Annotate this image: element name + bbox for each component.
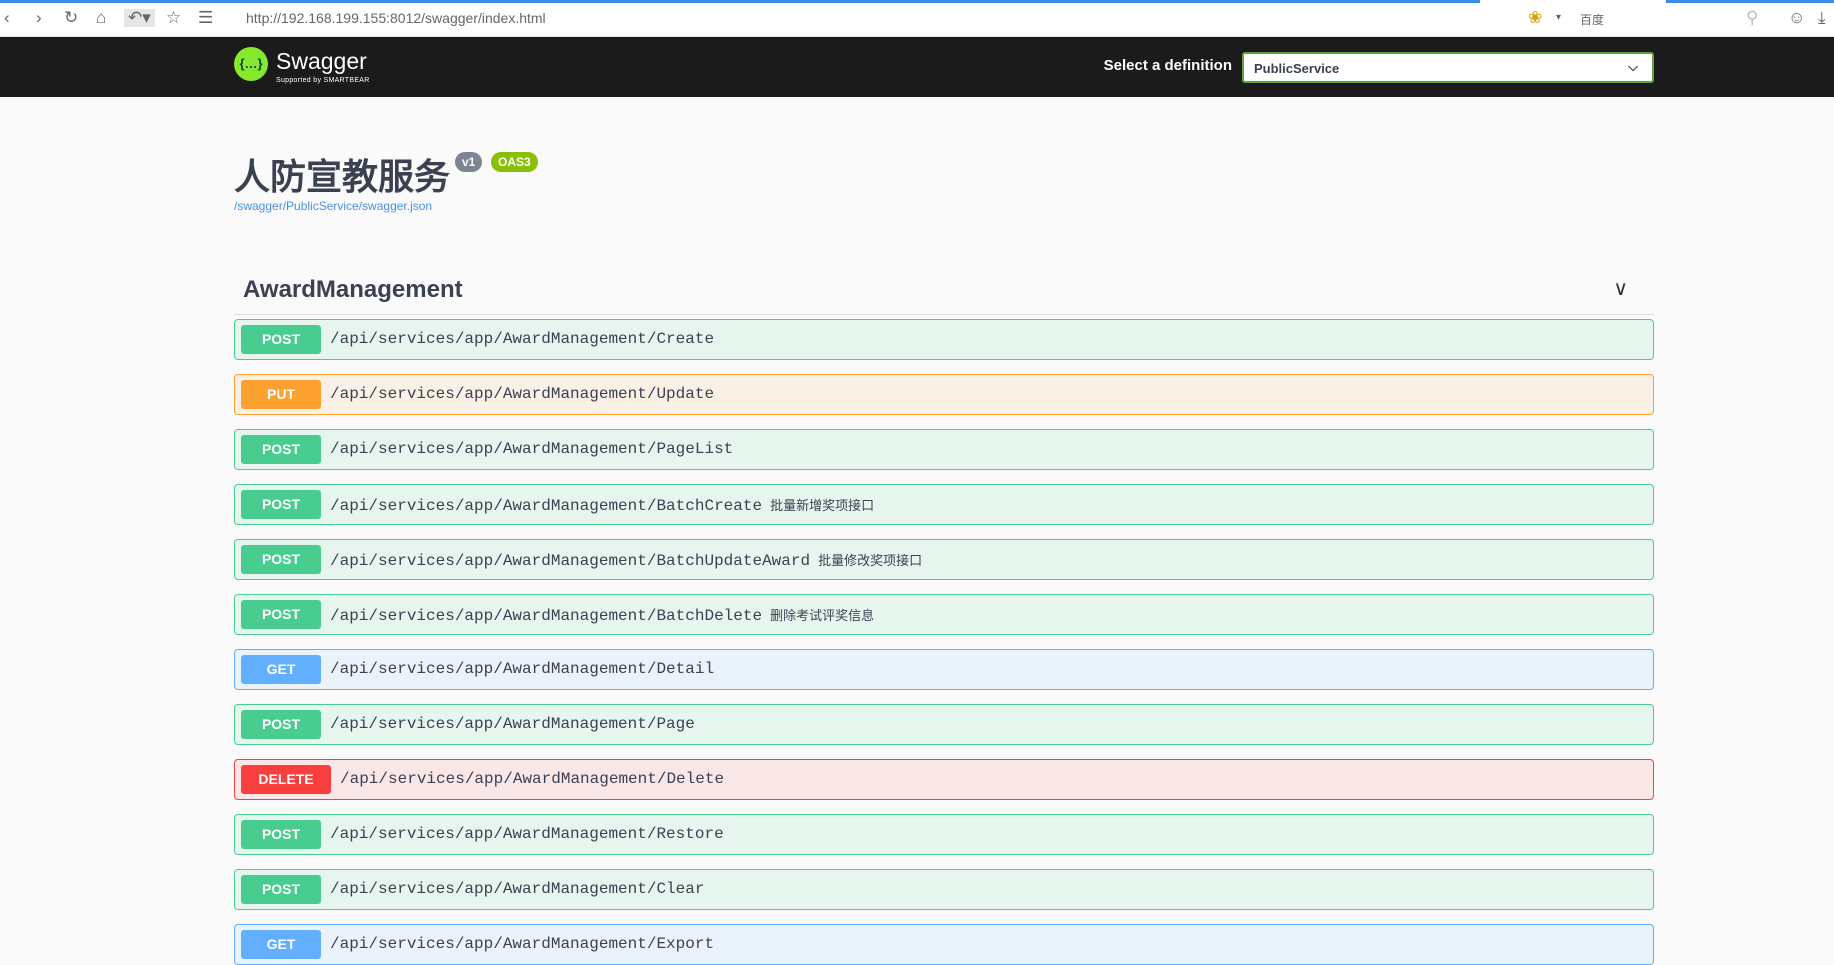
download-icon[interactable]: ⤓ [1818,9,1826,27]
path-text: /api/services/app/AwardManagement/Delete [340,770,725,788]
operation-summary: 批量修改奖项接口 [818,553,923,568]
search-icon[interactable]: ⚲ [1746,9,1758,27]
operation-path: /api/services/app/AwardManagement/Detail [330,660,714,678]
logo-text: Swagger [276,48,367,74]
method-badge: GET [241,930,321,959]
operation-post[interactable]: POST/api/services/app/AwardManagement/Ba… [234,484,1654,525]
tag-section-header[interactable]: AwardManagement ∨ [234,270,1654,315]
operation-post[interactable]: POST/api/services/app/AwardManagement/Ba… [234,539,1654,580]
operation-summary: 批量新增奖项接口 [770,498,875,513]
operation-post[interactable]: POST/api/services/app/AwardManagement/Re… [234,814,1654,855]
tag-title: AwardManagement [243,276,463,303]
method-badge: POST [241,545,321,574]
path-text: /api/services/app/AwardManagement/Detail [330,660,715,678]
method-badge: POST [241,490,321,519]
operation-path: /api/services/app/AwardManagement/BatchC… [330,495,874,515]
spec-link[interactable]: /swagger/PublicService/swagger.json [234,199,432,213]
operation-path: /api/services/app/AwardManagement/Create [330,330,714,348]
loading-bar [0,0,1480,3]
reload-icon[interactable]: ↻ [64,9,78,27]
operation-post[interactable]: POST/api/services/app/AwardManagement/Cr… [234,319,1654,360]
bee-icon[interactable]: ❀ [1528,9,1542,27]
method-badge: POST [241,875,321,904]
operation-path: /api/services/app/AwardManagement/Export [330,935,714,953]
forward-icon[interactable]: › [36,9,42,27]
operation-path: /api/services/app/AwardManagement/Clear [330,880,704,898]
operation-post[interactable]: POST/api/services/app/AwardManagement/Cl… [234,869,1654,910]
operation-post[interactable]: POST/api/services/app/AwardManagement/Ba… [234,594,1654,635]
oas-badge: OAS3 [491,152,538,172]
operation-delete[interactable]: DELETE/api/services/app/AwardManagement/… [234,759,1654,800]
operation-path: /api/services/app/AwardManagement/Update [330,385,714,403]
path-text: /api/services/app/AwardManagement/PageLi… [330,440,734,458]
operation-post[interactable]: POST/api/services/app/AwardManagement/Pa… [234,704,1654,745]
back-icon[interactable]: ‹ [4,9,10,27]
undo-icon[interactable]: ↶▾ [124,9,155,27]
logo-subtext: Supported by SMARTBEAR [276,77,370,84]
operation-get[interactable]: GET/api/services/app/AwardManagement/Exp… [234,924,1654,965]
operation-get[interactable]: GET/api/services/app/AwardManagement/Det… [234,649,1654,690]
path-text: /api/services/app/AwardManagement/Create [330,330,715,348]
path-text: /api/services/app/AwardManagement/Update [330,385,715,403]
path-text: /api/services/app/AwardManagement/Restor… [330,825,724,843]
operation-path: /api/services/app/AwardManagement/PageLi… [330,440,733,458]
operation-put[interactable]: PUT/api/services/app/AwardManagement/Upd… [234,374,1654,415]
path-text: /api/services/app/AwardManagement/BatchU… [330,552,811,570]
operation-path: /api/services/app/AwardManagement/BatchU… [330,550,922,570]
method-badge: POST [241,600,321,629]
user-icon[interactable]: ☺ [1788,9,1805,27]
loading-bar [1666,0,1834,3]
path-text: /api/services/app/AwardManagement/Page [330,715,695,733]
chevron-down-icon: ⌵ [1628,59,1638,74]
address-bar[interactable]: http://192.168.199.155:8012/swagger/inde… [246,10,546,26]
method-badge: POST [241,435,321,464]
method-badge: POST [241,820,321,849]
star-icon[interactable]: ☆ [166,9,181,27]
chevron-down-icon[interactable]: ∨ [1613,276,1628,301]
search-engine-input[interactable]: 百度 [1580,11,1604,28]
operation-path: /api/services/app/AwardManagement/BatchD… [330,605,874,625]
path-text: /api/services/app/AwardManagement/BatchC… [330,497,763,515]
operation-post[interactable]: POST/api/services/app/AwardManagement/Pa… [234,429,1654,470]
operation-path: /api/services/app/AwardManagement/Delete [340,770,724,788]
reader-icon[interactable]: ☰ [198,9,213,27]
method-badge: PUT [241,380,321,409]
method-badge: GET [241,655,321,684]
method-badge: POST [241,710,321,739]
api-title: 人防宣教服务 [234,156,451,197]
operation-path: /api/services/app/AwardManagement/Restor… [330,825,724,843]
swagger-logo-icon: {…} [234,47,268,81]
home-icon[interactable]: ⌂ [96,9,106,27]
definition-value: PublicService [1254,61,1340,76]
path-text: /api/services/app/AwardManagement/Clear [330,880,705,898]
operation-path: /api/services/app/AwardManagement/Page [330,715,695,733]
path-text: /api/services/app/AwardManagement/BatchD… [330,607,763,625]
operation-summary: 删除考试评奖信息 [770,608,875,623]
method-badge: POST [241,325,321,354]
definition-select[interactable]: PublicService ⌵ [1242,52,1654,83]
browser-toolbar: ‹ › ↻ ⌂ ↶▾ ☆ ☰ http://192.168.199.155:80… [0,0,1834,37]
dropdown-icon[interactable]: ▾ [1556,9,1561,27]
version-badge: v1 [455,152,483,172]
method-badge: DELETE [241,765,331,794]
path-text: /api/services/app/AwardManagement/Export [330,935,715,953]
definition-label: Select a definition [1103,57,1232,74]
